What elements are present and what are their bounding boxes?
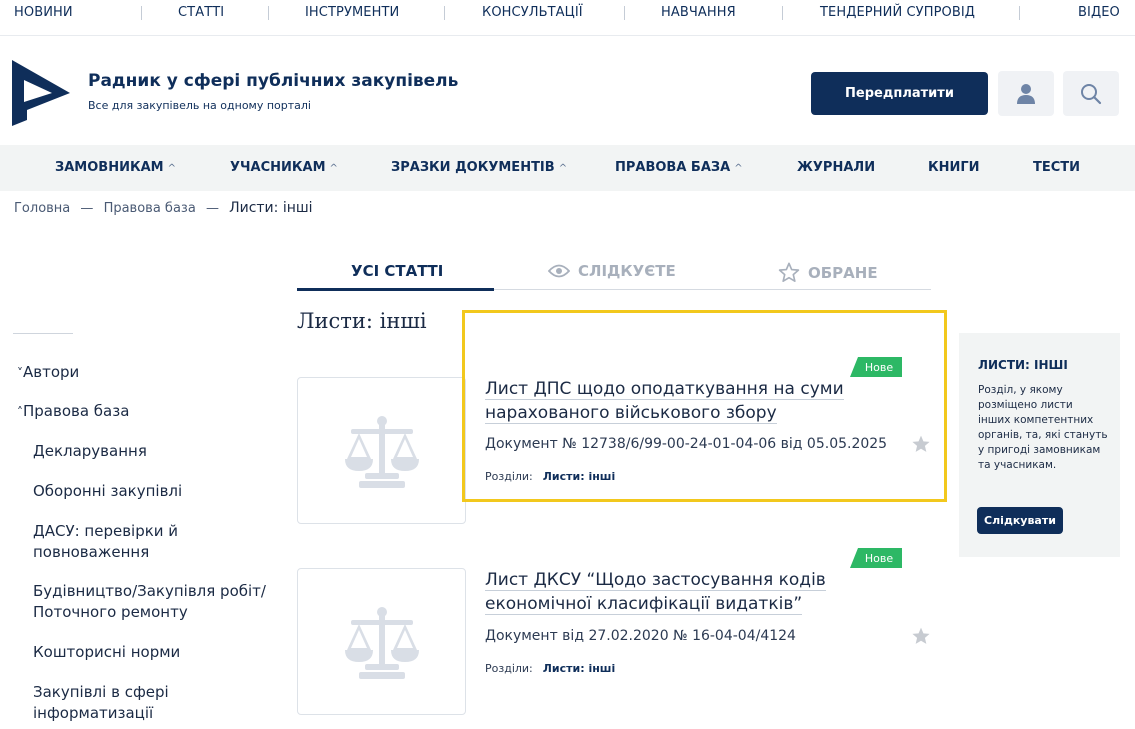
- top-nav-training[interactable]: НАВЧАННЯ: [661, 5, 736, 20]
- breadcrumb-legal-base[interactable]: Правова база: [104, 201, 196, 216]
- article-thumbnail[interactable]: [297, 568, 466, 715]
- chevron-up-icon: ^: [558, 163, 568, 174]
- article-sections: Розділи: Листи: інші: [485, 662, 616, 675]
- star-icon[interactable]: [911, 626, 931, 646]
- new-badge: Нове: [850, 548, 902, 568]
- sidebar-item-construction[interactable]: Будівництво/Закупівля робіт/ Поточного р…: [33, 581, 273, 623]
- breadcrumb-separator: —: [80, 201, 94, 216]
- breadcrumb: Головна — Правова база — Листи: інші: [14, 200, 313, 216]
- section-info-box: ЛИСТИ: ІНШІ Розділ, у якому розміщено ли…: [959, 333, 1120, 557]
- top-nav-divider: [141, 6, 142, 20]
- eye-icon: [548, 264, 570, 278]
- top-nav: НОВИНИ СТАТТІ ІНСТРУМЕНТИ КОНСУЛЬТАЦІЇ Н…: [0, 0, 1135, 36]
- highlight-box: [462, 310, 947, 502]
- search-icon: [1081, 83, 1102, 104]
- scales-icon: [344, 606, 419, 679]
- tab-favorites[interactable]: ОБРАНЕ: [778, 262, 878, 283]
- site-subtitle: Все для закупівель на одному порталі: [88, 99, 311, 112]
- subscribe-button[interactable]: Передплатити: [811, 72, 988, 115]
- main-nav-customers[interactable]: ЗАМОВНИКАМ ^: [55, 160, 176, 175]
- sidebar-item-estimate-norms[interactable]: Кошторисні норми: [33, 642, 273, 663]
- chevron-up-icon: ^: [167, 163, 176, 174]
- main-nav-tests[interactable]: ТЕСТИ: [1033, 160, 1080, 175]
- top-nav-divider: [268, 6, 269, 20]
- site-logo[interactable]: [12, 60, 70, 126]
- chevron-up-icon: ^: [734, 163, 743, 174]
- main-nav-templates[interactable]: ЗРАЗКИ ДОКУМЕНТІВ ^: [391, 160, 567, 175]
- breadcrumb-separator: —: [205, 201, 219, 216]
- sidebar-divider: [13, 333, 73, 334]
- tab-following[interactable]: СЛІДКУЄТЕ: [548, 262, 676, 280]
- sidebar-item-dasu[interactable]: ДАСУ: перевірки й повноваження: [33, 521, 233, 563]
- search-button[interactable]: [1063, 71, 1119, 116]
- breadcrumb-home[interactable]: Головна: [14, 201, 70, 216]
- sidebar-item-declaration[interactable]: Декларування: [33, 441, 273, 462]
- top-nav-tools[interactable]: ІНСТРУМЕНТИ: [305, 5, 399, 20]
- sidebar-item-informatization[interactable]: Закупівлі в сфері інформатизації: [33, 682, 233, 724]
- top-nav-divider: [782, 6, 783, 20]
- tab-all-articles[interactable]: УСІ СТАТТІ: [351, 262, 443, 280]
- top-nav-divider: [624, 6, 625, 20]
- tab-active-indicator: [297, 288, 494, 291]
- breadcrumb-current: Листи: інші: [229, 200, 313, 216]
- sidebar-item-defense-procurement[interactable]: Оборонні закупівлі: [33, 481, 273, 502]
- main-nav-participants[interactable]: УЧАСНИКАМ ^: [230, 160, 338, 175]
- info-box-text: Розділ, у якому розміщено листи інших ко…: [978, 384, 1108, 471]
- top-nav-divider: [444, 6, 445, 20]
- follow-button[interactable]: Слідкувати: [977, 507, 1063, 534]
- article-section-link[interactable]: Листи: інші: [543, 662, 616, 675]
- chevron-up-icon: ^: [329, 163, 338, 174]
- top-nav-tender[interactable]: ТЕНДЕРНИЙ СУПРОВІД: [820, 5, 975, 20]
- site-title[interactable]: Радник у сфері публічних закупівель: [88, 71, 458, 91]
- star-outline-icon: [778, 262, 800, 282]
- info-box-title: ЛИСТИ: ІНШІ: [978, 358, 1068, 372]
- user-button[interactable]: [998, 71, 1054, 116]
- scales-icon: [344, 415, 419, 488]
- top-nav-news[interactable]: НОВИНИ: [14, 5, 73, 20]
- main-nav-journals[interactable]: ЖУРНАЛИ: [797, 160, 875, 175]
- article-thumbnail[interactable]: [297, 377, 466, 524]
- page-title: Листи: інші: [297, 309, 427, 333]
- article-title[interactable]: Лист ДКСУ “Щодо застосування кодів еконо…: [485, 568, 905, 616]
- top-nav-video[interactable]: ВІДЕО: [1078, 5, 1120, 20]
- top-nav-articles[interactable]: СТАТТІ: [178, 5, 224, 20]
- main-nav: ЗАМОВНИКАМ ^ УЧАСНИКАМ ^ ЗРАЗКИ ДОКУМЕНТІВ…: [0, 145, 1135, 191]
- top-nav-consultations[interactable]: КОНСУЛЬТАЦІЇ: [482, 5, 583, 20]
- top-nav-divider: [1019, 6, 1020, 20]
- article-meta: Документ від 27.02.2020 № 16-04-04/4124: [485, 628, 796, 644]
- user-icon: [1017, 83, 1035, 104]
- main-nav-books[interactable]: КНИГИ: [928, 160, 980, 175]
- main-nav-legal-base[interactable]: ПРАВОВА БАЗА ^: [615, 160, 743, 175]
- sidebar-group-authors[interactable]: ˅Автори: [17, 362, 79, 384]
- sidebar-group-legal-base[interactable]: ˄Правова база: [17, 401, 129, 423]
